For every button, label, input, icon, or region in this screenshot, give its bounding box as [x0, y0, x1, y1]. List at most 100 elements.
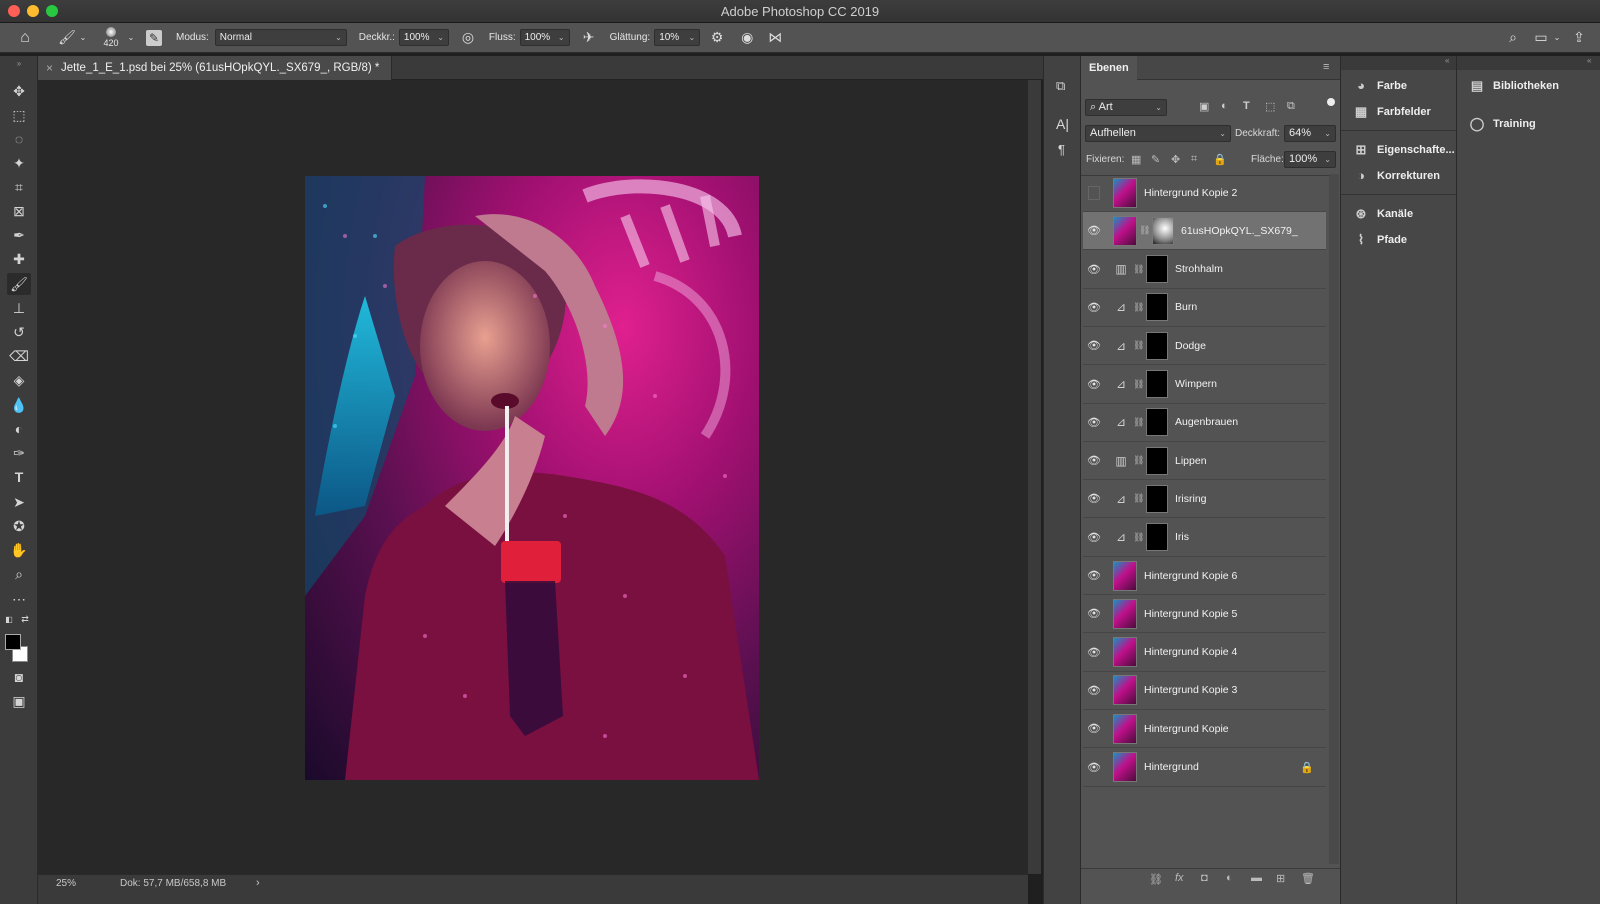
layer-row[interactable]: 👁 Hintergrund 🔒 — [1083, 749, 1326, 787]
move-tool-icon[interactable]: ✥ — [7, 80, 31, 102]
clone-stamp-tool-icon[interactable]: ⊥ — [7, 297, 31, 319]
layer-row[interactable]: 👁 ⊿ ⛓ Wimpern — [1083, 366, 1326, 404]
layer-row[interactable]: 👁 ▥ ⛓ Lippen — [1083, 442, 1326, 481]
pen-tool-icon[interactable]: ✑ — [7, 442, 31, 464]
panel-swatches[interactable]: ▦ Farbfelder — [1351, 104, 1431, 120]
eye-icon[interactable]: 👁 — [1083, 761, 1105, 774]
layer-name[interactable]: Hintergrund — [1144, 761, 1199, 773]
layer-row[interactable]: 👁 Hintergrund Kopie 6 — [1083, 557, 1326, 595]
chevron-down-icon[interactable]: ⌄ — [126, 27, 136, 49]
history-brush-tool-icon[interactable]: ↺ — [7, 321, 31, 343]
brush-tool-preset-icon[interactable]: 🖌 — [56, 27, 78, 49]
layer-list-scrollbar[interactable] — [1329, 174, 1339, 864]
airbrush-icon[interactable]: ✈ — [578, 27, 600, 49]
panel-libraries[interactable]: ▤ Bibliotheken — [1467, 78, 1559, 94]
layer-opacity-field[interactable]: 64% ⌄ — [1284, 125, 1336, 142]
brush-tool-icon[interactable]: 🖌 — [7, 273, 31, 295]
layer-mask-thumbnail[interactable] — [1146, 331, 1168, 360]
layer-row[interactable]: 👁 ▥ ⛓ Strohhalm — [1083, 251, 1326, 289]
eye-icon[interactable]: 👁 — [1083, 454, 1105, 467]
marquee-tool-icon[interactable]: ⬚ — [7, 104, 31, 126]
layer-name[interactable]: Strohhalm — [1175, 263, 1223, 275]
default-colors-icon[interactable]: ◧ — [4, 614, 14, 624]
layer-name[interactable]: Iris — [1175, 531, 1189, 543]
canvas-vertical-scrollbar[interactable] — [1028, 80, 1041, 874]
layer-mask-thumbnail[interactable] — [1146, 408, 1168, 437]
document-image[interactable] — [305, 176, 759, 780]
mask-link-icon[interactable]: ⛓ — [1133, 302, 1144, 313]
chevron-down-icon[interactable]: ⌄ — [1552, 27, 1562, 49]
layer-thumbnail[interactable] — [1113, 752, 1137, 782]
add-mask-icon[interactable]: ◘ — [1201, 872, 1208, 884]
close-tab-icon[interactable]: × — [46, 61, 53, 75]
gear-icon[interactable]: ⚙ — [706, 27, 728, 49]
filter-type-icon[interactable]: T — [1243, 100, 1250, 112]
eye-icon[interactable]: 👁 — [1083, 339, 1105, 352]
layer-mask-thumbnail[interactable] — [1146, 523, 1168, 552]
layer-row[interactable]: 👁 ⊿ ⛓ Dodge — [1083, 327, 1326, 366]
layer-name[interactable]: Hintergrund Kopie 5 — [1144, 608, 1237, 620]
screen-mode-icon[interactable]: ▣ — [7, 690, 31, 712]
symmetry-butterfly-icon[interactable]: ⋈ — [764, 27, 786, 49]
layer-thumbnail[interactable] — [1113, 637, 1137, 668]
panel-color[interactable]: ◕ Farbe — [1351, 78, 1407, 93]
eye-icon[interactable]: 👁 — [1083, 607, 1105, 620]
swap-colors-icon[interactable]: ⇄ — [20, 614, 30, 624]
new-adjustment-layer-icon[interactable]: ◐ — [1226, 872, 1233, 884]
panel-training[interactable]: ◯ Training — [1467, 116, 1536, 132]
layer-name[interactable]: Hintergrund Kopie 6 — [1144, 570, 1237, 582]
pressure-size-icon[interactable]: ◉ — [736, 27, 758, 49]
layer-name[interactable]: Lippen — [1175, 455, 1207, 467]
layer-row[interactable]: 👁 Hintergrund Kopie — [1083, 710, 1326, 749]
lock-artboard-icon[interactable]: ⌗ — [1191, 153, 1197, 166]
eye-icon[interactable]: 👁 — [1083, 416, 1105, 429]
zoom-tool-icon[interactable]: ⌕ — [7, 563, 31, 585]
layer-mask-thumbnail[interactable] — [1146, 446, 1168, 475]
zoom-window-button[interactable] — [46, 5, 58, 17]
layer-name[interactable]: 61usHOpkQYL._SX679_ — [1181, 225, 1298, 237]
mask-link-icon[interactable]: ⛓ — [1133, 340, 1144, 351]
fill-field[interactable]: 100% ⌄ — [1284, 151, 1336, 168]
hand-tool-icon[interactable]: ✋ — [7, 539, 31, 561]
lock-pixels-icon[interactable]: ✎ — [1151, 153, 1160, 166]
panel-adjustments[interactable]: ◑ Korrekturen — [1351, 168, 1440, 183]
paint-bucket-tool-icon[interactable]: ◈ — [7, 369, 31, 391]
layer-name[interactable]: Burn — [1175, 301, 1197, 313]
layer-thumbnail[interactable] — [1113, 215, 1137, 246]
layer-name[interactable]: Hintergrund Kopie — [1144, 723, 1229, 735]
mask-link-icon[interactable]: ⛓ — [1133, 264, 1144, 275]
layer-row[interactable]: 👁 Hintergrund Kopie 5 — [1083, 595, 1326, 634]
share-icon[interactable]: ⇪ — [1568, 27, 1590, 49]
layer-name[interactable]: Hintergrund Kopie 4 — [1144, 646, 1237, 658]
eye-icon[interactable]: 👁 — [1083, 263, 1105, 276]
frame-tool-icon[interactable]: ⊠ — [7, 200, 31, 222]
character-panel-icon[interactable]: A| — [1056, 116, 1069, 132]
mask-link-icon[interactable]: ⛓ — [1133, 532, 1144, 543]
path-selection-tool-icon[interactable]: ➤ — [7, 491, 31, 513]
mask-link-icon[interactable]: ⛓ — [1133, 417, 1144, 428]
paragraph-panel-icon[interactable]: ¶ — [1058, 142, 1065, 157]
panel-paths[interactable]: ⌇ Pfade — [1351, 232, 1407, 248]
layer-row[interactable]: 👁 ⊿ ⛓ Irisring — [1083, 480, 1326, 519]
status-menu-arrow-icon[interactable]: › — [256, 877, 260, 889]
crop-tool-icon[interactable]: ⌗ — [7, 176, 31, 198]
delete-layer-icon[interactable]: 🗑 — [1301, 872, 1315, 885]
filter-pixel-icon[interactable]: ▣ — [1199, 100, 1209, 113]
mode-select[interactable]: Normal ⌄ — [214, 29, 347, 46]
close-window-button[interactable] — [8, 5, 20, 17]
filter-shape-icon[interactable]: ⬚ — [1265, 100, 1275, 113]
layer-name[interactable]: Hintergrund Kopie 2 — [1144, 187, 1237, 199]
mask-link-icon[interactable]: ⛓ — [1133, 493, 1144, 504]
eye-icon[interactable]: 👁 — [1083, 569, 1105, 582]
layer-row[interactable]: Hintergrund Kopie 2 — [1083, 174, 1326, 212]
layer-style-icon[interactable]: fx — [1175, 872, 1184, 884]
blend-mode-select[interactable]: Aufhellen ⌄ — [1085, 125, 1231, 142]
zoom-level[interactable]: 25% — [56, 878, 76, 889]
lock-all-icon[interactable]: 🔒 — [1213, 153, 1227, 166]
layer-mask-thumbnail[interactable] — [1152, 216, 1174, 245]
layer-thumbnail[interactable] — [1113, 675, 1137, 706]
quick-selection-tool-icon[interactable]: ✦ — [7, 152, 31, 174]
tab-layers[interactable]: Ebenen — [1081, 56, 1137, 80]
document-tab[interactable]: × Jette_1_E_1.psd bei 25% (61usHOpkQYL._… — [38, 56, 393, 80]
blur-tool-icon[interactable]: 💧 — [7, 394, 31, 416]
